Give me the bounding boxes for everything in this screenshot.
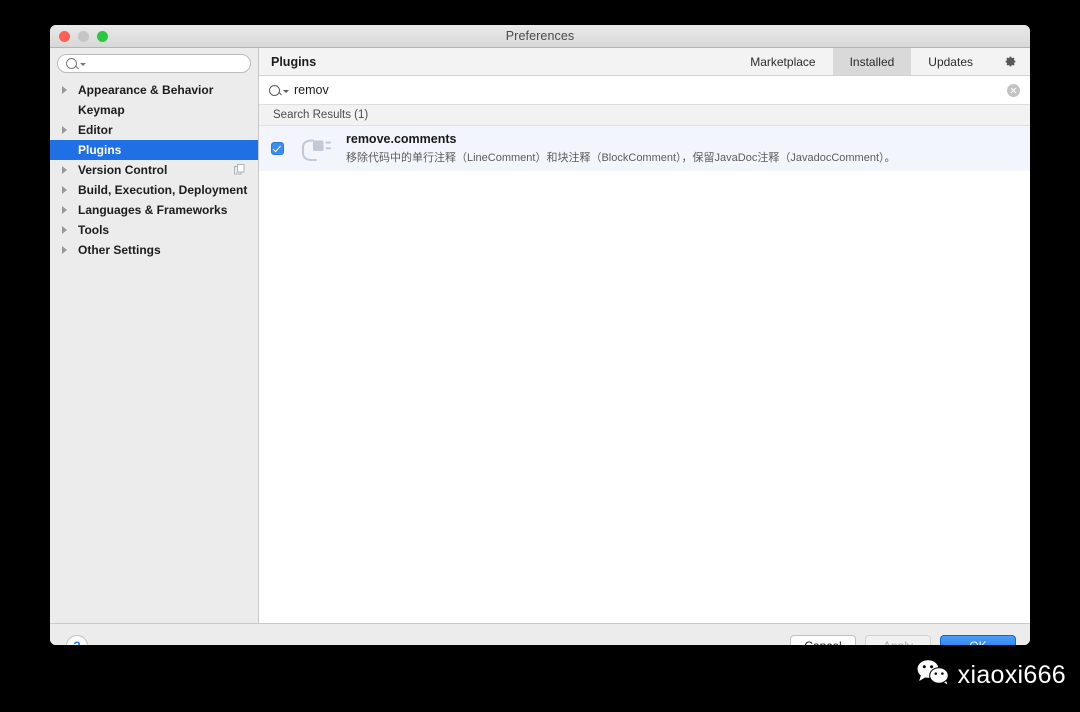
plugin-result-list: remove.comments 移除代码中的单行注释（LineComment）和… [259, 126, 1030, 623]
plugin-info: remove.comments 移除代码中的单行注释（LineComment）和… [346, 132, 896, 165]
window-titlebar: Preferences [50, 25, 1030, 48]
watermark-text: xiaoxi666 [957, 661, 1066, 689]
sidebar-item-label: Version Control [78, 163, 168, 177]
sidebar-search-field[interactable] [57, 54, 251, 73]
help-button[interactable]: ? [66, 634, 88, 645]
traffic-lights [59, 31, 108, 42]
dialog-footer: ? Cancel Apply OK [50, 623, 1030, 645]
screen-root: Preferences Appearance & Behavior Keymap… [0, 0, 1080, 712]
sidebar-item-editor[interactable]: Editor [50, 120, 258, 140]
plugin-enabled-checkbox[interactable] [271, 142, 284, 155]
watermark: xiaoxi666 [917, 659, 1066, 692]
plugins-panel: Plugins Marketplace Installed Updates re… [259, 48, 1030, 623]
sidebar-item-version-control[interactable]: Version Control [50, 160, 258, 180]
copy-icon [234, 164, 245, 175]
sidebar-item-label: Keymap [78, 103, 125, 117]
cancel-button[interactable]: Cancel [790, 635, 856, 645]
disclosure-triangle-icon[interactable] [62, 226, 72, 234]
sidebar-item-tools[interactable]: Tools [50, 220, 258, 240]
sidebar-item-label: Editor [78, 123, 113, 137]
settings-sidebar: Appearance & Behavior Keymap Editor Plug… [50, 48, 259, 623]
ok-button[interactable]: OK [940, 635, 1016, 645]
preferences-window: Preferences Appearance & Behavior Keymap… [50, 25, 1030, 645]
sidebar-item-languages-frameworks[interactable]: Languages & Frameworks [50, 200, 258, 220]
sidebar-item-appearance-behavior[interactable]: Appearance & Behavior [50, 80, 258, 100]
disclosure-triangle-icon[interactable] [62, 206, 72, 214]
disclosure-triangle-icon[interactable] [62, 186, 72, 194]
search-results-header: Search Results (1) [259, 105, 1030, 126]
clear-search-icon[interactable] [1007, 83, 1020, 97]
wechat-icon [917, 659, 951, 692]
disclosure-triangle-icon[interactable] [62, 166, 72, 174]
zoom-window-button[interactable] [97, 31, 108, 42]
sidebar-item-label: Tools [78, 223, 110, 237]
close-window-button[interactable] [59, 31, 70, 42]
plugin-name: remove.comments [346, 132, 457, 146]
tab-installed[interactable]: Installed [832, 48, 912, 75]
tab-marketplace[interactable]: Marketplace [733, 48, 832, 75]
sidebar-item-keymap[interactable]: Keymap [50, 100, 258, 120]
disclosure-triangle-icon[interactable] [62, 246, 72, 254]
sidebar-item-label: Appearance & Behavior [78, 83, 214, 97]
sidebar-item-label: Build, Execution, Deployment [78, 183, 248, 197]
page-title: Plugins [271, 54, 317, 69]
chevron-down-icon [80, 63, 86, 66]
disclosure-triangle-icon[interactable] [62, 126, 72, 134]
plugins-header: Plugins Marketplace Installed Updates [259, 48, 1030, 76]
sidebar-item-build-execution-deployment[interactable]: Build, Execution, Deployment [50, 180, 258, 200]
plugin-search-bar[interactable]: remov [259, 76, 1030, 105]
sidebar-item-label: Languages & Frameworks [78, 203, 228, 217]
plugin-search-input[interactable]: remov [294, 83, 1007, 97]
sidebar-item-other-settings[interactable]: Other Settings [50, 240, 258, 260]
gear-icon[interactable] [990, 48, 1030, 75]
sidebar-item-list: Appearance & Behavior Keymap Editor Plug… [50, 80, 258, 623]
sidebar-search-container [50, 48, 258, 80]
apply-button[interactable]: Apply [865, 635, 931, 645]
search-icon [66, 58, 77, 69]
sidebar-item-label: Plugins [78, 143, 122, 157]
sidebar-item-plugins[interactable]: Plugins [50, 140, 258, 160]
sidebar-item-label: Other Settings [78, 243, 161, 257]
chevron-down-icon[interactable] [283, 89, 289, 93]
window-body: Appearance & Behavior Keymap Editor Plug… [50, 48, 1030, 623]
plugin-description: 移除代码中的单行注释（LineComment）和块注释（BlockComment… [346, 152, 896, 164]
disclosure-triangle-icon[interactable] [62, 86, 72, 94]
plug-icon [298, 131, 334, 167]
minimize-window-button[interactable] [78, 31, 89, 42]
search-icon [269, 84, 280, 96]
window-title: Preferences [505, 29, 575, 43]
list-item[interactable]: remove.comments 移除代码中的单行注释（LineComment）和… [259, 126, 1030, 171]
tab-updates[interactable]: Updates [911, 48, 990, 75]
